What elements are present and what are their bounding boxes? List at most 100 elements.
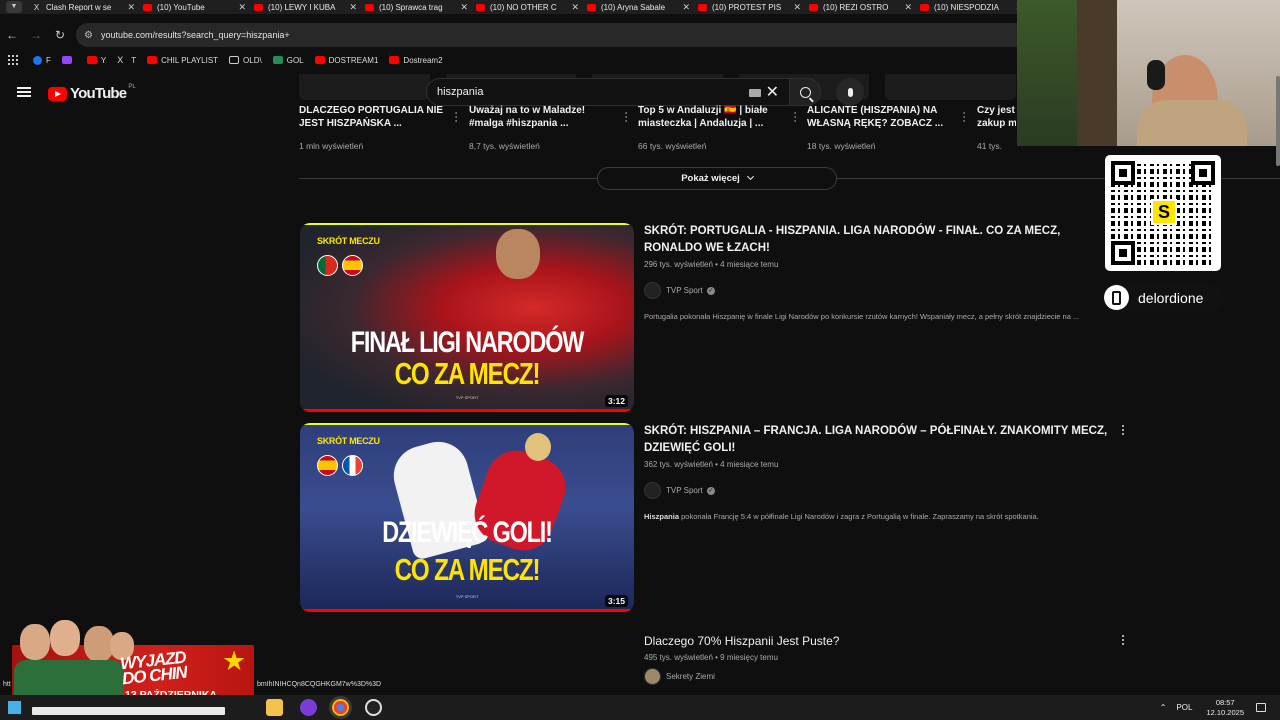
thumbnail-headline: DZIEWIĘĆ GOLI! <box>382 516 553 549</box>
bookmark-label: Dostream2 <box>403 55 443 65</box>
youtube-play-icon <box>48 86 67 101</box>
reload-icon[interactable]: ↻ <box>48 28 72 42</box>
browser-tab[interactable]: (10) NIESPODZIA ✕ <box>916 0 1027 14</box>
browser-tab[interactable]: (10) Aryna Sabale ✕ <box>583 0 694 14</box>
youtube-icon <box>809 3 818 11</box>
clear-search-icon[interactable]: ✕ <box>766 82 779 102</box>
short-views: 41 tys. <box>977 141 1003 151</box>
app-icon[interactable] <box>300 699 317 716</box>
search-input[interactable]: hiszpania ✕ <box>426 78 790 106</box>
bookmark-item[interactable]: GOL <box>272 56 304 65</box>
close-icon[interactable]: ✕ <box>127 2 135 13</box>
windows-start-icon[interactable] <box>8 701 21 714</box>
clock[interactable]: 08:57 12.10.2025 <box>1206 698 1244 718</box>
channel-avatar[interactable] <box>644 282 661 299</box>
language-indicator[interactable]: POL <box>1176 703 1192 712</box>
channel-name[interactable]: TVP Sport <box>666 486 703 495</box>
video-thumbnail[interactable]: SKRÓT MECZU DZIEWIĘĆ GOLI! CO ZA MECZ! T… <box>300 423 634 612</box>
bookmark-item[interactable] <box>61 56 76 64</box>
more-options-icon[interactable] <box>1120 423 1126 437</box>
tab-title: (10) Aryna Sabale <box>601 2 666 12</box>
voice-search-button[interactable] <box>836 78 864 106</box>
browser-tab[interactable]: (10) LEWY I KUBA ✕ <box>250 0 361 14</box>
show-more-button[interactable]: Pokaż więcej <box>597 167 837 190</box>
notification-icon[interactable] <box>1256 703 1266 712</box>
menu-icon[interactable] <box>17 87 31 97</box>
bookmark-item[interactable]: DOSTREAM1 <box>314 56 378 65</box>
forward-arrow-icon[interactable]: → <box>24 28 48 42</box>
close-icon[interactable]: ✕ <box>682 2 690 13</box>
browser-tab[interactable]: (10) REZI OSTRO ✕ <box>805 0 916 14</box>
more-options-icon[interactable]: ··· <box>620 111 634 123</box>
mic-icon <box>847 87 853 97</box>
search-button[interactable] <box>789 78 821 106</box>
keyboard-icon[interactable] <box>749 89 761 97</box>
browser-tab[interactable]: (10) PROTEST PIS ✕ <box>694 0 805 14</box>
short-card[interactable]: DLACZEGO PORTUGALIA NIE JEST HISZPAŃSKA … <box>299 104 464 151</box>
video-title[interactable]: Dlaczego 70% Hiszpanii Jest Puste? <box>644 633 1112 650</box>
back-arrow-icon[interactable]: ← <box>0 28 24 42</box>
bookmark-item[interactable]: Y <box>86 56 106 65</box>
thumbnail-brand: TVP SPORT <box>455 594 479 599</box>
description-highlight: Hiszpania <box>644 512 680 521</box>
spain-flag-icon <box>317 455 338 476</box>
video-thumbnail[interactable]: SKRÓT MECZU FINAŁ LIGI NARODÓW CO ZA MEC… <box>300 223 634 412</box>
page-scrollbar[interactable] <box>1276 76 1280 166</box>
verified-icon: ✓ <box>706 486 715 495</box>
file-explorer-icon[interactable] <box>266 699 283 716</box>
url-field[interactable]: ⚙ youtube.com/results?search_query=hiszp… <box>76 23 1066 47</box>
bookmark-item[interactable]: XT <box>117 56 136 65</box>
apps-grid-icon[interactable] <box>8 55 18 65</box>
chrome-icon[interactable] <box>332 699 349 716</box>
more-options-icon[interactable]: ··· <box>958 111 972 123</box>
bookmark-item[interactable]: F <box>33 55 51 65</box>
channel-name[interactable]: TVP Sport <box>666 286 703 295</box>
youtube-logo[interactable]: YouTube PL <box>48 84 136 102</box>
close-icon[interactable]: ✕ <box>904 2 912 13</box>
close-icon[interactable]: ✕ <box>460 2 468 13</box>
short-views: 1 mln wyświetleń <box>299 141 364 151</box>
browser-tab[interactable]: (10) YouTube ✕ <box>139 0 250 14</box>
thumbnail-highlight <box>300 423 634 425</box>
bookmark-item[interactable]: Dostream2 <box>389 55 443 65</box>
windows-taskbar: ⌃ POL 08:57 12.10.2025 <box>0 695 1280 720</box>
channel-avatar[interactable] <box>644 668 661 685</box>
short-title[interactable]: Uważaj na to w Maladze! #malga #hiszpani… <box>469 104 621 131</box>
close-icon[interactable]: ✕ <box>238 2 246 13</box>
short-title[interactable]: DLACZEGO PORTUGALIA NIE JEST HISZPAŃSKA … <box>299 104 451 131</box>
close-icon[interactable]: ✕ <box>793 2 801 13</box>
tab-search-button[interactable]: ▼ <box>0 0 28 14</box>
more-options-icon[interactable]: ··· <box>789 111 803 123</box>
short-title[interactable]: ALICANTE (HISZPANIA) NA WŁASNĄ RĘKĘ? ZOB… <box>807 104 959 131</box>
url-text: youtube.com/results?search_query=hiszpan… <box>100 30 290 40</box>
chevron-up-icon[interactable]: ⌃ <box>1160 703 1167 712</box>
close-icon[interactable]: ✕ <box>571 2 579 13</box>
obs-icon[interactable] <box>365 699 382 716</box>
browser-tab[interactable]: (10) NO OTHER C ✕ <box>472 0 583 14</box>
short-title[interactable]: Czy jest zakup m <box>977 104 1016 131</box>
channel-name[interactable]: Sekrety Ziemi <box>666 672 715 681</box>
bookmark-folder[interactable]: OLD\ <box>229 56 262 65</box>
taskbar-search-box[interactable] <box>32 707 225 715</box>
channel-row[interactable]: TVP Sport ✓ <box>644 282 1114 299</box>
browser-tab[interactable]: (10) Sprawca trag ✕ <box>361 0 472 14</box>
video-title[interactable]: SKRÓT: HISZPANIA – FRANCJA. LIGA NARODÓW… <box>644 423 1112 457</box>
browser-tab[interactable]: X Clash Report w se ✕ <box>28 0 139 14</box>
description-text: pokonała Francję 5:4 w półfinale Ligi Na… <box>679 512 1039 521</box>
short-title[interactable]: Top 5 w Andaluzji 🇪🇸 | białe miasteczka … <box>638 104 790 131</box>
video-description: Hiszpania pokonała Francję 5:4 w półfina… <box>644 512 1109 521</box>
close-icon[interactable]: ✕ <box>349 2 357 13</box>
screen: ▼ X Clash Report w se ✕ (10) YouTube ✕ (… <box>0 0 1280 720</box>
video-title[interactable]: SKRÓT: PORTUGALIA - HISZPANIA. LIGA NARO… <box>644 223 1112 257</box>
short-card[interactable]: ALICANTE (HISZPANIA) NA WŁASNĄ RĘKĘ? ZOB… <box>807 104 972 151</box>
short-card[interactable]: Top 5 w Andaluzji 🇪🇸 | białe miasteczka … <box>638 104 803 151</box>
site-info-icon[interactable]: ⚙ <box>84 30 93 41</box>
more-options-icon[interactable] <box>1120 633 1126 647</box>
short-card[interactable]: Czy jest zakup m 41 tys. <box>977 104 1016 151</box>
short-card[interactable]: Uważaj na to w Maladze! #malga #hiszpani… <box>469 104 634 151</box>
bookmark-item[interactable]: CHIL PLAYLIST <box>147 56 218 65</box>
channel-row[interactable]: TVP Sport ✓ <box>644 482 1114 499</box>
channel-avatar[interactable] <box>644 482 661 499</box>
channel-row[interactable]: Sekrety Ziemi <box>644 668 1114 685</box>
more-options-icon[interactable]: ··· <box>450 111 464 123</box>
